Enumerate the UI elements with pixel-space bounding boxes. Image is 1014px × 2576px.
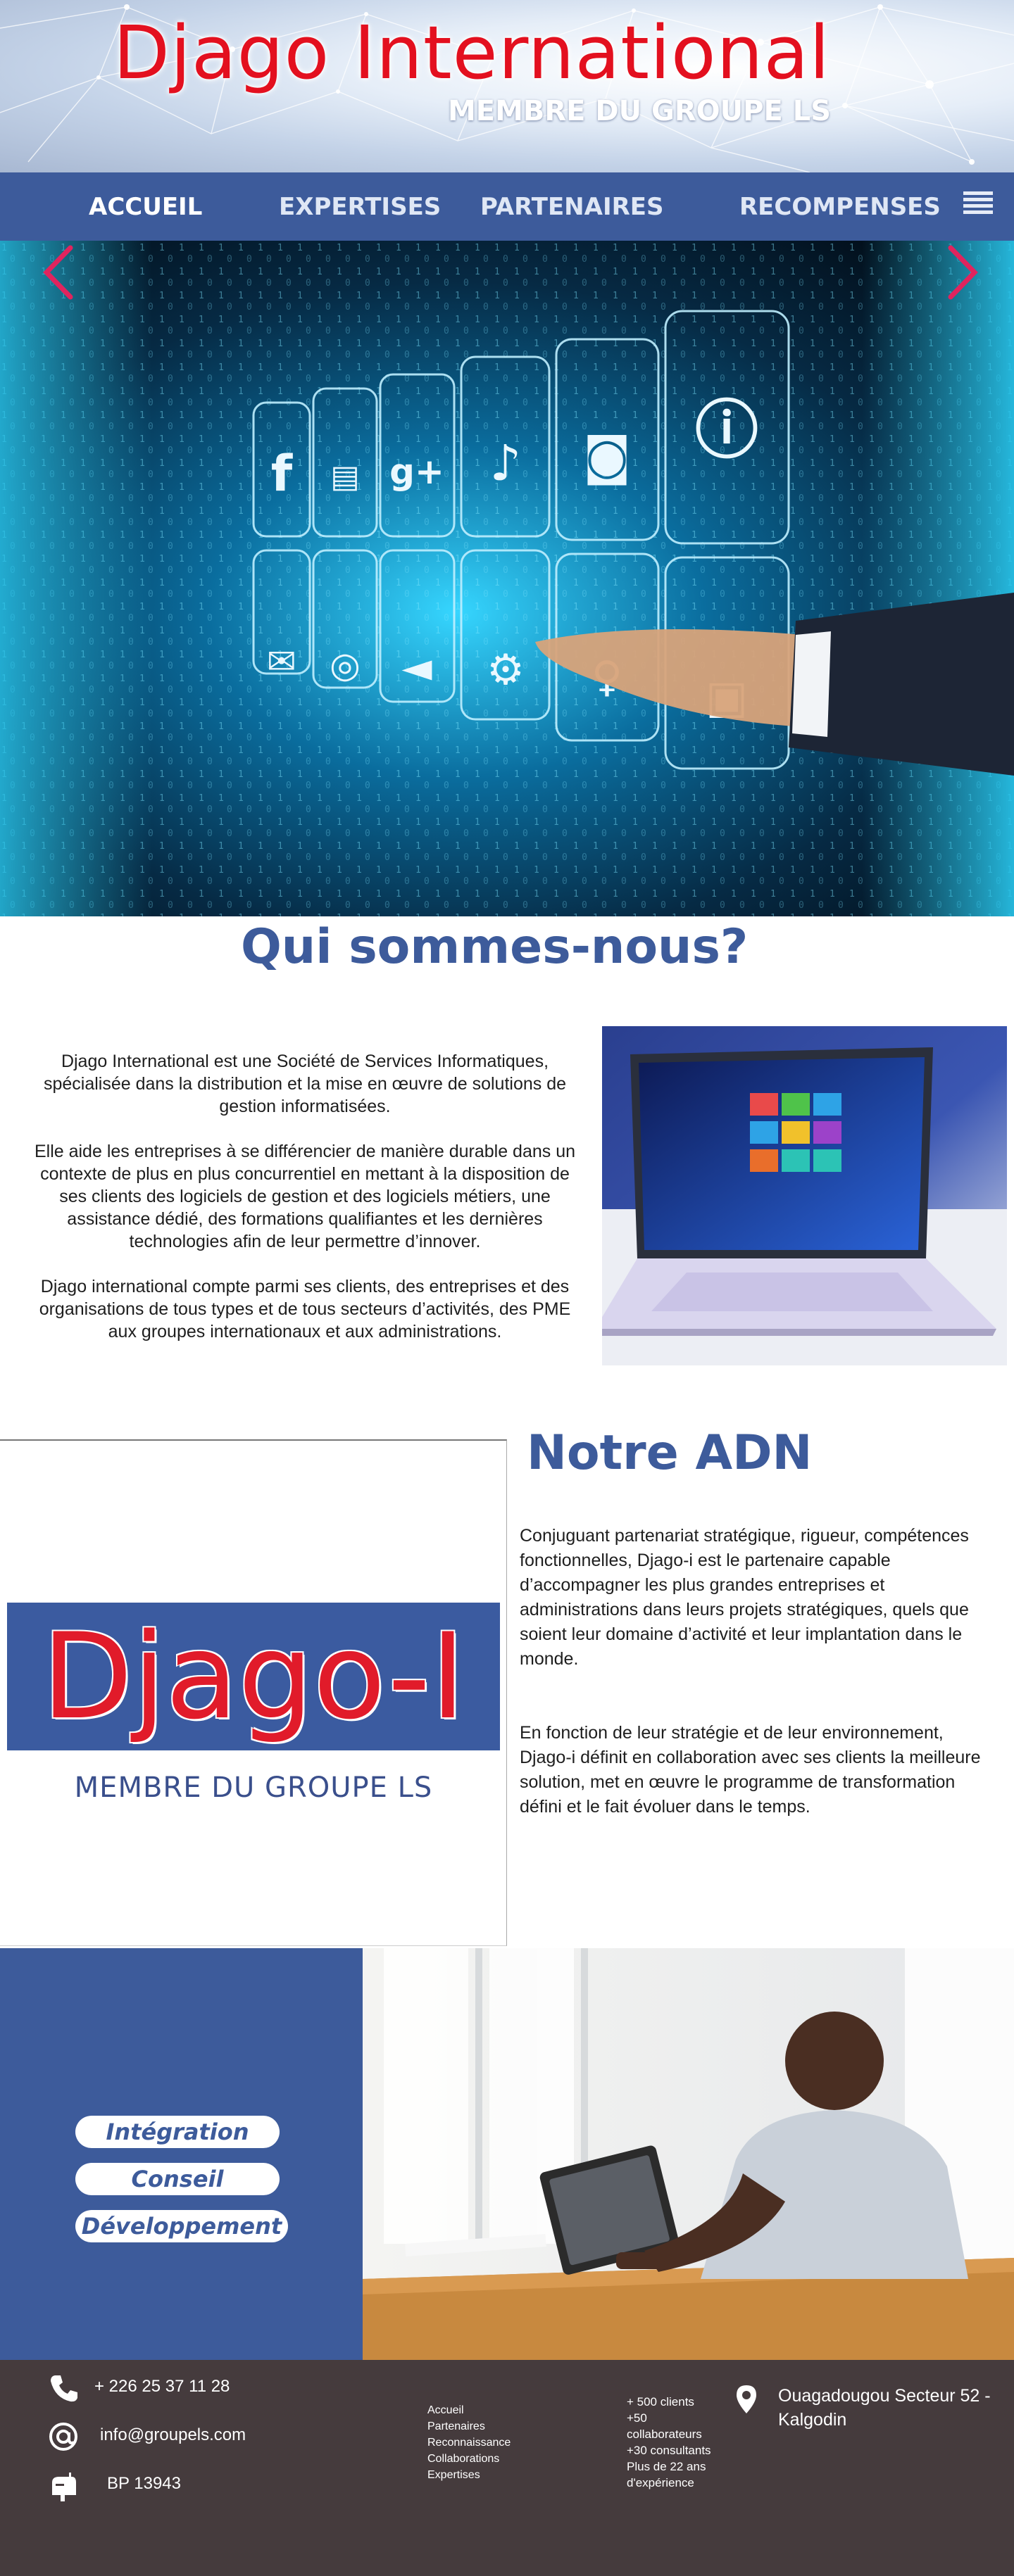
footer-stats: + 500 clients +50 collaborateurs +30 con… — [627, 2394, 725, 2491]
mailbox-icon — [52, 2473, 76, 2501]
nav-item-recompenses[interactable]: RECOMPENSES — [739, 172, 941, 241]
nav-item-accueil[interactable]: ACCUEIL — [89, 172, 202, 241]
company-logo-panel: Djago-I MEMBRE DU GROUPE LS — [0, 1439, 507, 1946]
stat-line: +50 — [627, 2411, 647, 2425]
footer-phone[interactable]: + 226 25 37 11 28 — [94, 2377, 230, 2397]
svg-text:ⓘ: ⓘ — [695, 393, 758, 467]
footer-link-collaborations[interactable]: Collaborations — [427, 2451, 511, 2467]
nav-item-expertises[interactable]: EXPERTISES — [279, 172, 441, 241]
service-integration-button[interactable]: Intégration — [75, 2116, 280, 2148]
service-conseil-button[interactable]: Conseil — [75, 2163, 280, 2195]
office-worker-image — [363, 1948, 1014, 2360]
stat-line: + 500 clients — [627, 2395, 694, 2408]
about-paragraph: Elle aide les entreprises à se différenc… — [34, 1142, 576, 1251]
svg-text:◎: ◎ — [330, 645, 361, 686]
footer-email[interactable]: info@groupels.com — [100, 2425, 246, 2445]
adn-paragraph: En fonction de leur stratégie et de leur… — [520, 1723, 981, 1817]
adn-paragraph: Conjuguant partenariat stratégique, rigu… — [520, 1526, 969, 1669]
stat-line: collaborateurs — [627, 2427, 702, 2441]
stat-line: d'expérience — [627, 2476, 694, 2489]
footer-link-reconnaissance[interactable]: Reconnaissance — [427, 2435, 511, 2451]
hero-slide-image: 1 0 f ▤ g+ ♪ ◙ ⓘ ✉ — [0, 241, 1014, 916]
about-text: Djago International est une Société de S… — [27, 1050, 583, 1365]
svg-text:♪: ♪ — [490, 434, 522, 492]
site-footer: + 226 25 37 11 28 info@groupels.com BP 1… — [0, 2360, 1014, 2576]
chevron-left-icon[interactable] — [37, 241, 79, 304]
svg-text:g+: g+ — [389, 451, 444, 492]
footer-links: Accueil Partenaires Reconnaissance Colla… — [427, 2402, 511, 2483]
footer-address: Ouagadougou Secteur 52 - Kalgodin — [778, 2386, 991, 2430]
stat-line: +30 consultants — [627, 2444, 711, 2457]
stat-line: Plus de 22 ans — [627, 2460, 706, 2473]
footer-po-box: BP 13943 — [107, 2474, 181, 2493]
svg-text:✉: ✉ — [267, 641, 296, 682]
at-icon — [49, 2423, 77, 2451]
about-heading: Qui sommes-nous? — [241, 919, 749, 975]
laptop-image — [602, 1026, 1007, 1365]
site-title: Djago International — [113, 10, 831, 96]
chevron-right-icon[interactable] — [942, 241, 984, 304]
location-pin-icon — [737, 2385, 756, 2413]
about-paragraph: Djago international compte parmi ses cli… — [39, 1277, 571, 1341]
services-panel: Intégration Conseil Développement — [0, 1948, 363, 2360]
phone-icon — [51, 2375, 77, 2402]
svg-text:▤: ▤ — [330, 459, 360, 495]
service-developpement-button[interactable]: Développement — [75, 2210, 288, 2242]
company-logo: Djago-I — [7, 1603, 500, 1750]
main-navigation: ACCUEIL EXPERTISES PARTENAIRES RECOMPENS… — [0, 172, 1014, 241]
footer-link-accueil[interactable]: Accueil — [427, 2402, 511, 2418]
svg-text:◙: ◙ — [583, 427, 631, 486]
site-subtitle: MEMBRE DU GROUPE LS — [447, 95, 831, 127]
site-header: Djago International MEMBRE DU GROUPE LS — [0, 0, 1014, 172]
footer-link-partenaires[interactable]: Partenaires — [427, 2418, 511, 2435]
nav-item-partenaires[interactable]: PARTENAIRES — [480, 172, 664, 241]
svg-text:⚙: ⚙ — [487, 645, 525, 695]
hero-carousel: 1 0 f ▤ g+ ♪ ◙ ⓘ ✉ — [0, 241, 1014, 916]
svg-text:◄: ◄ — [401, 645, 432, 690]
logo-tagline: MEMBRE DU GROUPE LS — [74, 1772, 433, 1804]
svg-text:f: f — [271, 445, 294, 503]
hamburger-icon[interactable] — [963, 191, 993, 221]
logo-wordmark: Djago-I — [42, 1608, 465, 1745]
about-paragraph: Djago International est une Société de S… — [43, 1052, 567, 1116]
adn-heading: Notre ADN — [527, 1425, 813, 1481]
adn-text: Conjuguant partenariat stratégique, rigu… — [520, 1524, 999, 1869]
footer-link-expertises[interactable]: Expertises — [427, 2467, 511, 2483]
